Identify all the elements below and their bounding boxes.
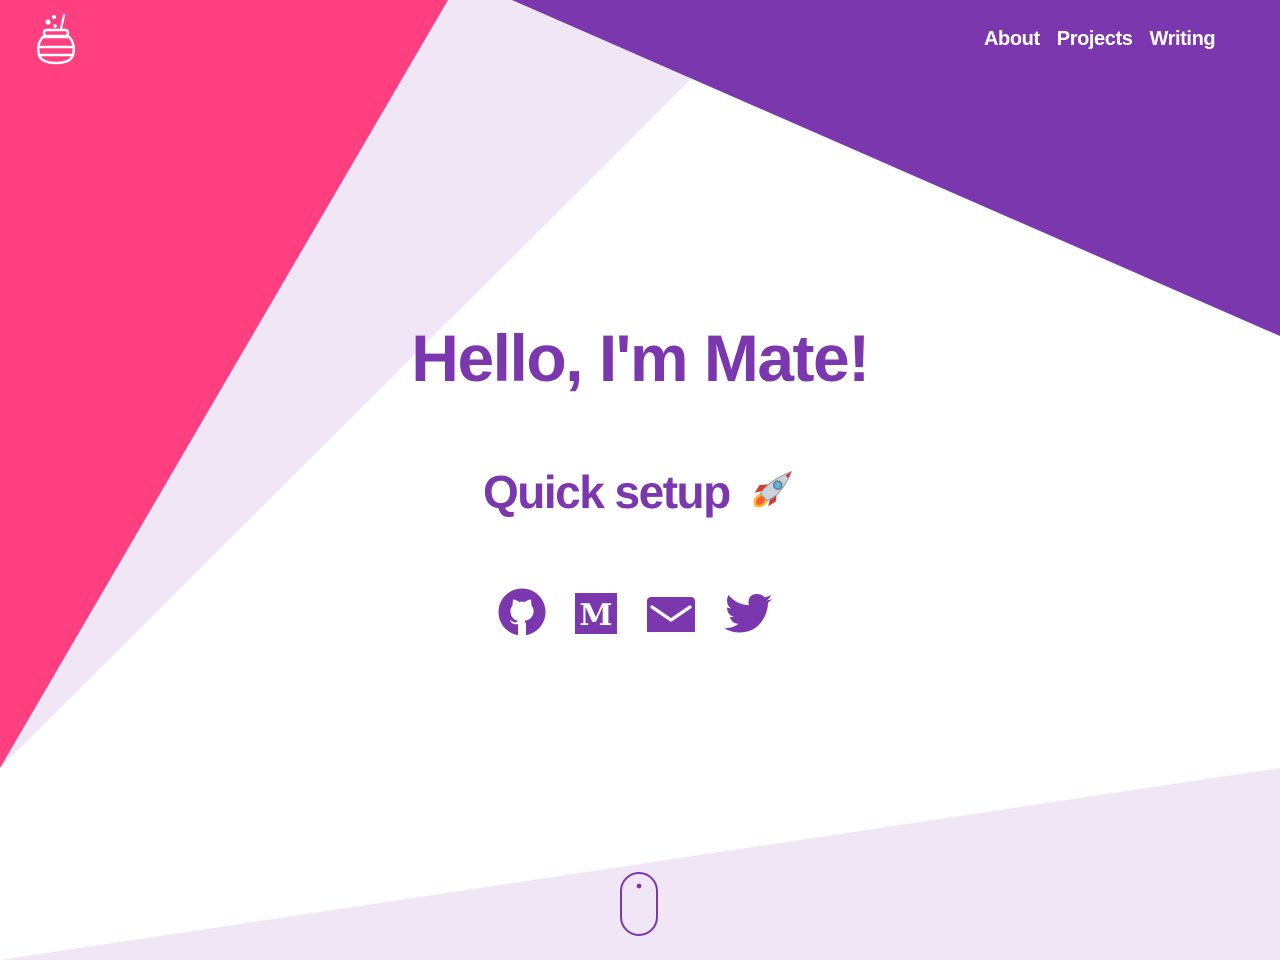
nav-link-projects[interactable]: Projects (1057, 28, 1133, 51)
nav-link-about[interactable]: About (984, 28, 1040, 51)
social-links: M (498, 588, 774, 641)
svg-text:M: M (579, 598, 612, 633)
nav-link-writing[interactable]: Writing (1150, 28, 1216, 51)
mouse-scroll-icon[interactable] (620, 872, 658, 936)
top-nav: About Projects Writing (984, 28, 1216, 51)
hero-title: Hello, I'm Mate! (411, 321, 870, 395)
github-icon[interactable] (498, 588, 546, 641)
email-icon[interactable] (646, 592, 696, 637)
page: About Projects Writing Hello, I'm Mate! … (0, 0, 1280, 960)
twitter-icon[interactable] (724, 590, 774, 639)
rocket-icon (747, 464, 797, 528)
hero-subtitle-text: Quick setup (482, 466, 731, 518)
medium-icon[interactable]: M (574, 590, 618, 639)
hero-subtitle-heading: Quick setup (0, 462, 1280, 528)
honey-pot-icon[interactable] (34, 12, 78, 68)
